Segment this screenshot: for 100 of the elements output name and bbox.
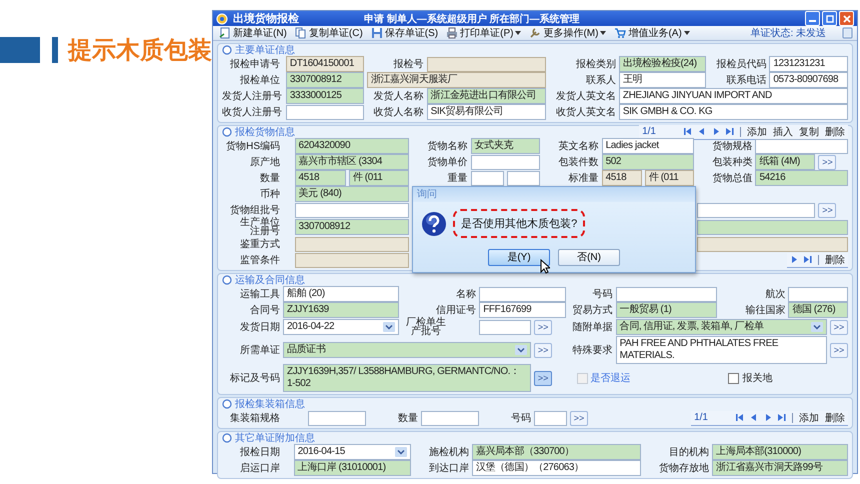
more-button[interactable]: >> (534, 320, 552, 334)
text-field[interactable]: 4518 (294, 170, 346, 186)
toolbar-button[interactable]: 保存单证(S) (368, 26, 440, 40)
radio-circle-icon (222, 127, 232, 137)
text-field[interactable]: 美元 (840) (294, 186, 410, 202)
text-field[interactable]: 件 (011 (348, 170, 410, 186)
text-field[interactable]: 船舶 (20) (283, 286, 399, 302)
text-field[interactable]: 0573-80907698 (769, 72, 848, 88)
field-label: 发货人英文名 (554, 90, 616, 103)
pager-button[interactable]: 删除 (825, 124, 845, 138)
text-field[interactable]: 件 (011 (644, 170, 694, 186)
field-label: 报检申请号 (229, 58, 280, 71)
more-button[interactable]: >> (830, 320, 848, 334)
text-field[interactable] (426, 56, 546, 72)
window-info: 申请 制单人—系统超级用户 所在部门—系统管理 (364, 12, 580, 26)
text-field[interactable]: 嘉兴局本部（330700） (472, 444, 642, 460)
text-field[interactable]: 3333000125 (286, 88, 364, 104)
text-field[interactable]: 54216 (755, 170, 848, 186)
text-field[interactable]: 1231231231 (769, 56, 848, 72)
close-button[interactable] (839, 11, 854, 26)
field-label: 货物单价 (426, 156, 468, 169)
text-field[interactable] (470, 154, 540, 170)
text-field[interactable] (286, 104, 364, 120)
toolbar-button[interactable]: 增值业务(A) (612, 26, 692, 40)
dropdown-field[interactable]: 合同, 信用证, 发票, 装箱单, 厂检单 (616, 319, 827, 335)
text-field[interactable]: 3307008912 (294, 219, 410, 235)
text-field[interactable]: 6204320090 (294, 138, 410, 154)
text-field[interactable]: ZJJY1639H,357/ L3588HAMBURG, GERMANTC/NO.：1-502 (283, 364, 532, 392)
text-field[interactable]: 汉堡（德国）（276063） (472, 460, 642, 476)
text-field[interactable] (421, 410, 480, 426)
more-button[interactable]: >> (534, 342, 552, 358)
toolbar-button[interactable]: 复制单证(C) (292, 26, 365, 40)
text-field[interactable]: 德国 (276) (788, 302, 848, 318)
pager-button[interactable]: 删除 (825, 252, 845, 266)
field-label: 报检号 (392, 58, 424, 71)
maximize-button[interactable] (822, 11, 837, 26)
dropdown-field[interactable]: 2016-04-15 (294, 444, 412, 460)
text-field[interactable] (788, 286, 848, 302)
text-field[interactable]: ZHEJIANG JINYUAN IMPORT AND (618, 88, 848, 104)
text-field[interactable] (479, 286, 566, 302)
text-field[interactable] (308, 410, 366, 426)
checkbox[interactable] (728, 372, 740, 384)
more-button[interactable]: >> (818, 154, 836, 170)
pager-button[interactable]: 复制 (799, 124, 819, 138)
pager-button[interactable]: 添加 (747, 124, 767, 138)
text-field[interactable]: 3307008912 (286, 72, 364, 88)
dialog-title: 询问 (417, 188, 438, 201)
text-field[interactable] (534, 410, 568, 426)
dialog-button[interactable]: 是(Y) (488, 248, 550, 266)
more-button[interactable]: >> (818, 202, 836, 218)
text-field[interactable]: SIK贸易有限公司 (426, 104, 546, 120)
more-button[interactable]: >> (534, 370, 552, 386)
text-field[interactable]: 浙江省嘉兴市洞天路99号 (712, 460, 848, 476)
text-field[interactable]: Ladies jacket (602, 138, 694, 154)
text-field[interactable]: 浙江嘉兴洞天服装厂 (366, 72, 546, 88)
toolbar-button[interactable]: 更多操作(M) (527, 26, 608, 40)
toolbar-button[interactable]: 打印单证(P) (444, 26, 524, 40)
text-field[interactable]: 出境检验检疫(24) (618, 56, 706, 72)
text-field[interactable]: 浙江金苑进出口有限公司 (426, 88, 546, 104)
field-label: 包装种类 (711, 156, 752, 169)
text-field[interactable]: ZJJY1639 (283, 302, 399, 318)
dialog-button[interactable]: 否(N) (558, 248, 620, 266)
pager-button[interactable]: 添加 (799, 410, 819, 424)
text-field[interactable] (696, 236, 848, 252)
field-label: 联系电话 (725, 74, 766, 87)
text-field[interactable]: 一般贸易 (1) (616, 302, 718, 318)
more-button[interactable]: >> (570, 410, 588, 426)
text-field[interactable]: 上海口岸 (31010001) (294, 460, 412, 476)
text-field[interactable] (696, 220, 848, 234)
text-field[interactable] (294, 202, 410, 218)
text-field[interactable] (696, 202, 816, 218)
text-field[interactable]: FFF167699 (479, 302, 566, 318)
text-field[interactable] (755, 138, 848, 154)
text-field[interactable] (294, 252, 410, 268)
text-field[interactable]: 4518 (602, 170, 642, 186)
text-field[interactable]: PAH FREE AND PHTHALATES FREE MATERIALS. (616, 336, 827, 364)
field-label: 币种 (259, 188, 280, 201)
text-field[interactable]: SIK GMBH & CO. KG (618, 104, 848, 120)
text-field[interactable]: 王明 (618, 72, 706, 88)
text-field[interactable] (470, 170, 504, 186)
dropdown-field[interactable]: 品质证书 (283, 342, 532, 358)
text-field[interactable]: 纸箱 (4M) (755, 154, 816, 170)
field-label: 原产地 (249, 156, 280, 169)
more-button[interactable]: >> (830, 342, 848, 358)
text-field[interactable]: DT1604150001 (286, 56, 364, 72)
text-field[interactable] (479, 320, 532, 334)
toolbar-button[interactable]: 新建单证(N) (217, 26, 289, 40)
dialog-message: 是否使用其他木质包装? (453, 209, 586, 238)
minimize-button[interactable] (805, 11, 820, 26)
text-field[interactable]: 嘉兴市市辖区 (3304 (294, 154, 410, 170)
text-field[interactable]: 女式夹克 (470, 138, 540, 154)
text-field[interactable]: 上海局本部(310000) (712, 444, 848, 460)
pager-button[interactable]: 删除 (825, 410, 845, 424)
field-label: 启运口岸 (239, 462, 280, 475)
text-field[interactable] (616, 286, 718, 302)
dropdown-field[interactable]: 2016-04-22 (283, 319, 399, 335)
pager-button[interactable]: 插入 (773, 124, 793, 138)
text-field[interactable]: 502 (602, 154, 694, 170)
text-field[interactable] (506, 170, 540, 186)
text-field[interactable] (294, 236, 410, 252)
